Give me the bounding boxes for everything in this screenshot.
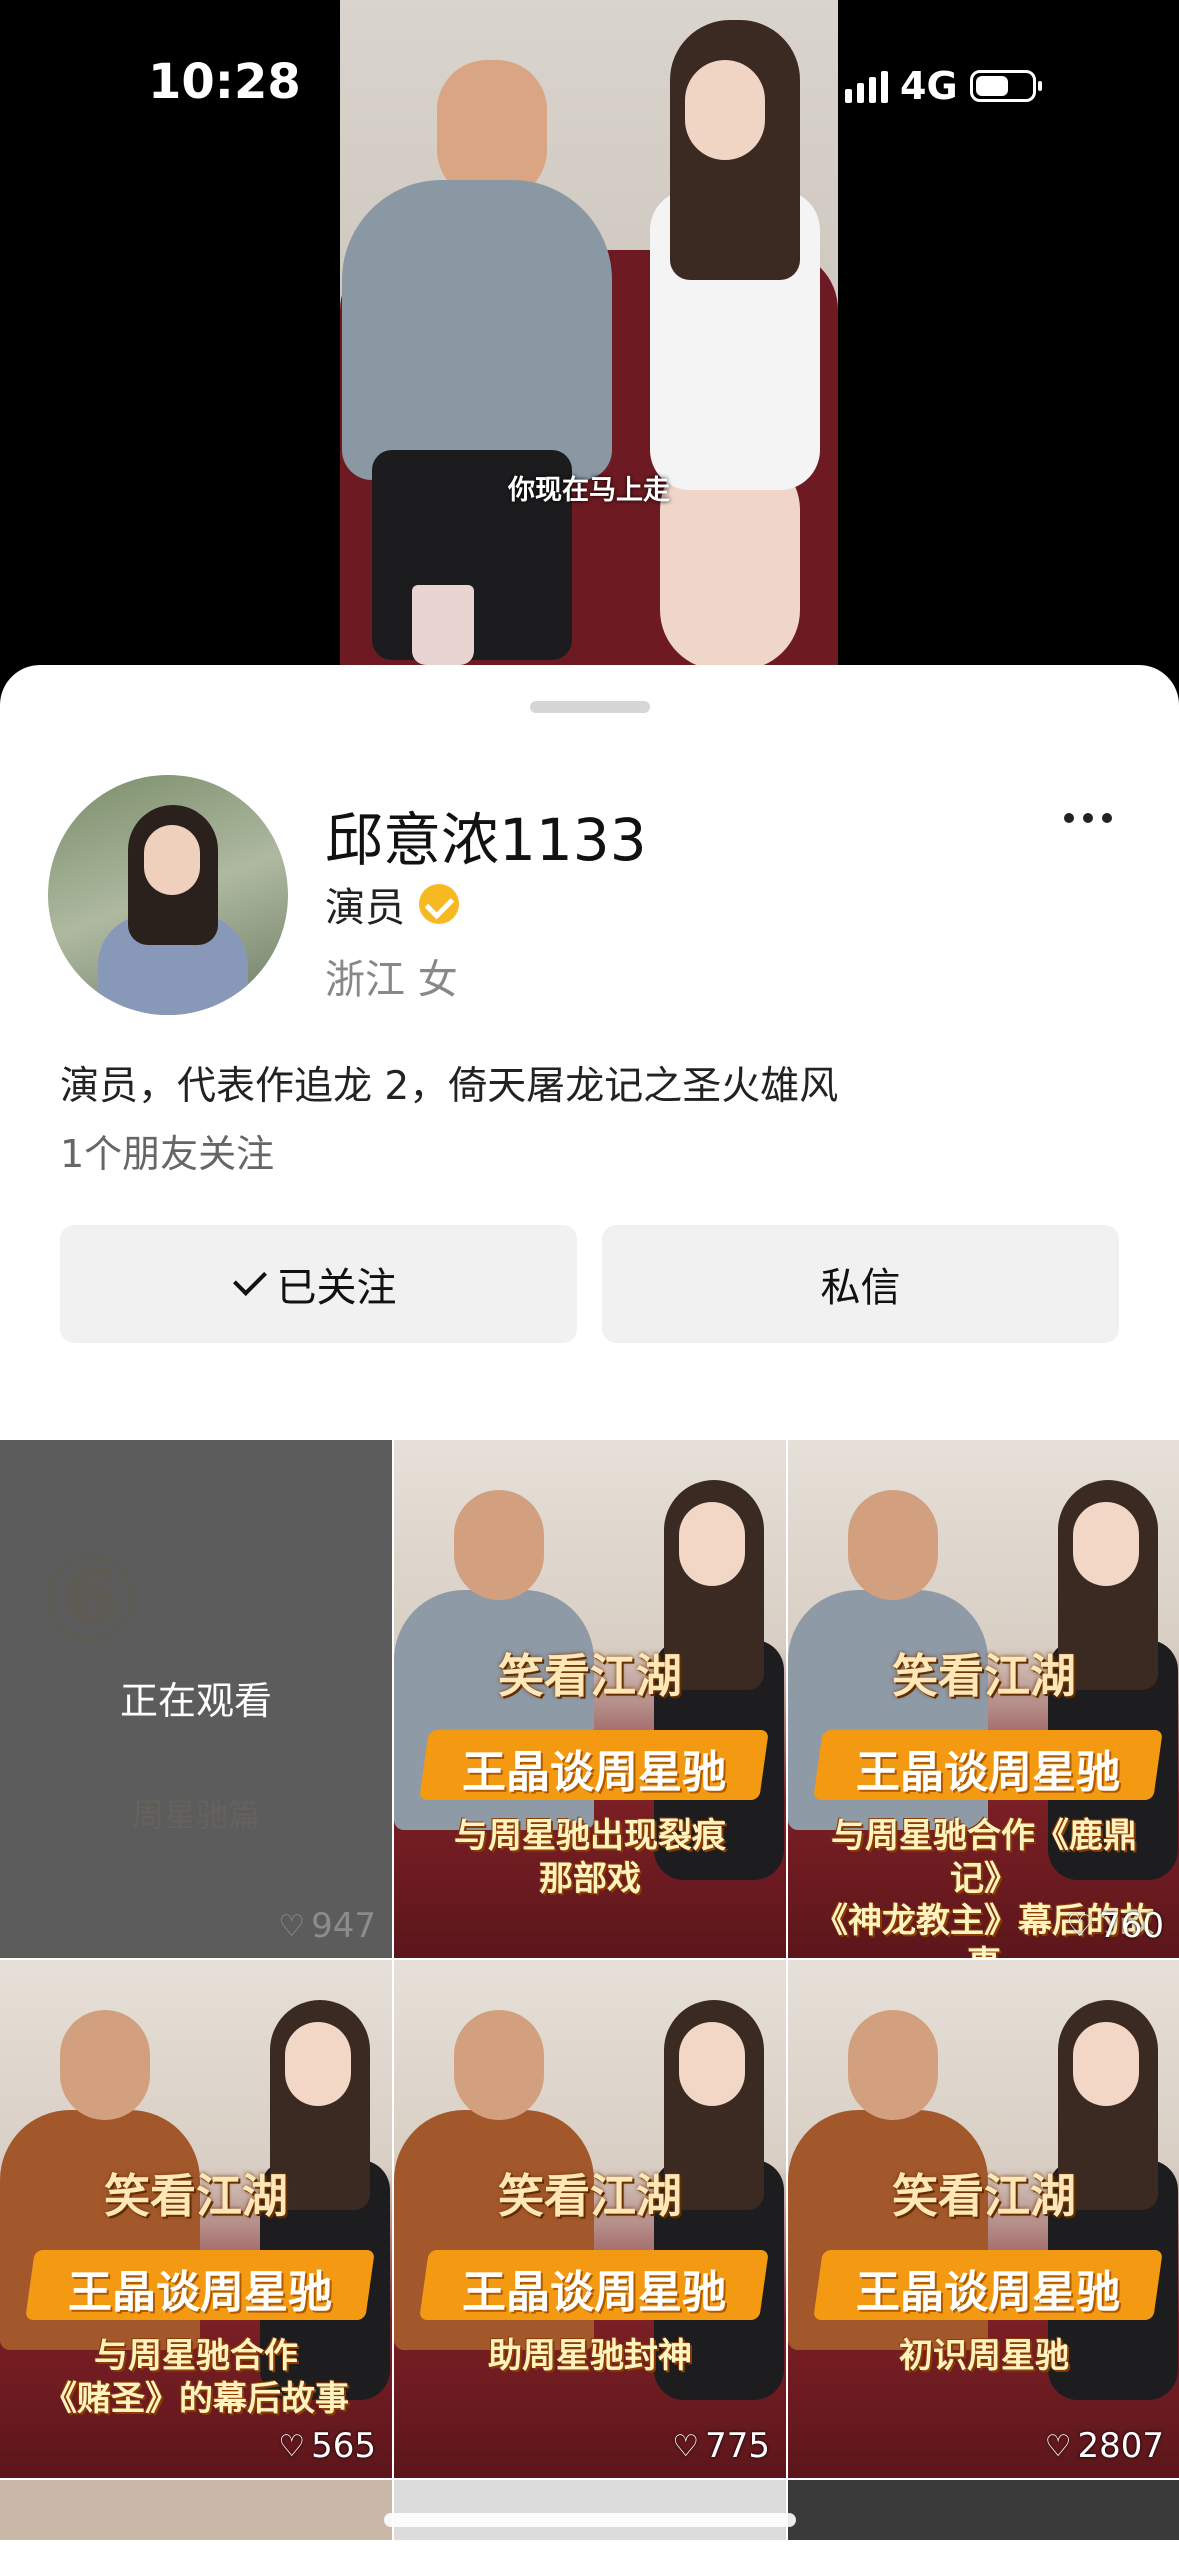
title-banner-text: 王晶谈周星驰 — [856, 2267, 1120, 2318]
video-tile[interactable] — [0, 2480, 392, 2540]
heart-icon: ♡ — [672, 2428, 700, 2464]
woman-face — [1073, 2022, 1139, 2106]
heart-icon: ♡ — [1044, 2428, 1072, 2464]
man-head — [848, 2010, 938, 2120]
video-tile[interactable]: 笑看江湖 王晶谈周星驰 初识周星驰 ♡ 2807 — [788, 1960, 1179, 2478]
profile-sheet: 邱意浓1133 演员 浙江 女 演员，代表作追龙 2，倚天屠龙记之圣火雄风 1个… — [0, 665, 1179, 2556]
video-tile[interactable] — [788, 2480, 1179, 2540]
show-logo: 笑看江湖 — [104, 2169, 288, 2223]
heart-icon: ♡ — [278, 2428, 306, 2464]
checkmark-icon — [232, 1262, 267, 1296]
heart-icon: ♡ — [278, 1908, 306, 1944]
show-logo: 笑看江湖 — [498, 1649, 682, 1703]
video-tile[interactable]: 笑看江湖 王晶谈周星驰 助周星驰封神 ♡ 775 — [394, 1960, 786, 2478]
title-banner-text: 王晶谈周星驰 — [856, 1747, 1120, 1798]
more-options-icon[interactable] — [1064, 813, 1112, 823]
title-banner-text: 王晶谈周星驰 — [462, 2267, 726, 2318]
video-frame[interactable]: 你现在马上走 — [340, 0, 838, 700]
profile-location: 浙江 女 — [325, 957, 458, 1003]
show-logo: 笑看江湖 — [498, 2169, 682, 2223]
network-type: 4G — [900, 64, 958, 108]
battery-icon — [969, 70, 1042, 102]
avatar[interactable] — [48, 775, 288, 1015]
like-count: ♡ 775 — [672, 2426, 770, 2466]
message-label: 私信 — [820, 1265, 901, 1311]
like-count: ♡ 947 — [278, 1906, 376, 1946]
show-logo: 笑看江湖 — [892, 2169, 1076, 2223]
video-tile[interactable] — [394, 2480, 786, 2540]
woman-figure — [630, 20, 830, 670]
watching-label: 正在观看 — [119, 1679, 272, 1723]
role-row: 演员 — [325, 875, 459, 933]
title-banner-text: 王晶谈周星驰 — [462, 1747, 726, 1798]
heart-icon: ♡ — [1066, 1908, 1094, 1944]
woman-face — [1073, 1502, 1139, 1586]
profile-role: 演员 — [325, 885, 405, 931]
man-head — [454, 2010, 544, 2120]
like-count: ♡ 565 — [278, 2426, 376, 2466]
man-head — [848, 1490, 938, 1600]
following-label: 已关注 — [276, 1265, 397, 1311]
video-tile[interactable]: 笑看江湖 王晶谈周星驰 与周星驰合作 《赌圣》的幕后故事 ♡ 565 — [0, 1960, 392, 2478]
video-caption: 与周星驰出现裂痕 那部戏 — [454, 1816, 726, 1899]
home-indicator[interactable] — [384, 2513, 796, 2527]
message-button[interactable]: 私信 — [602, 1225, 1119, 1343]
video-tile[interactable]: 笑看江湖 王晶谈周星驰 与周星驰合作《鹿鼎记》 《神龙教主》幕后的故事 ♡760 — [788, 1440, 1179, 1958]
show-logo: 笑看江湖 — [892, 1649, 1076, 1703]
profile-bio: 演员，代表作追龙 2，倚天屠龙记之圣火雄风 — [60, 1064, 839, 1109]
signal-icon — [845, 69, 888, 103]
woman-face — [679, 1502, 745, 1586]
video-subtitle: 你现在马上走 — [508, 475, 670, 506]
following-button[interactable]: 已关注 — [60, 1225, 577, 1343]
woman-face — [679, 2022, 745, 2106]
like-count: ♡ 2807 — [1044, 2426, 1164, 2466]
friends-following[interactable]: 1个朋友关注 — [60, 1123, 274, 1178]
video-tile[interactable]: 笑看江湖 王晶谈周星驰 与周星驰出现裂痕 那部戏 — [394, 1440, 786, 1958]
profile-name: 邱意浓1133 — [325, 806, 647, 874]
status-indicators: 4G — [845, 64, 1042, 108]
video-tile-watching[interactable]: ⑥ 周星驰篇 正在观看 ♡947 — [0, 1440, 392, 1958]
man-head — [60, 2010, 150, 2120]
woman-face — [285, 2022, 351, 2106]
video-caption: 与周星驰合作 《赌圣》的幕后故事 — [43, 2336, 349, 2419]
man-head — [454, 1490, 544, 1600]
title-banner-text: 王晶谈周星驰 — [68, 2267, 332, 2318]
mug — [412, 585, 474, 665]
verified-badge-icon — [419, 884, 459, 924]
sheet-drag-handle[interactable] — [530, 701, 650, 713]
video-caption: 助周星驰封神 — [488, 2336, 692, 2376]
video-caption: 初识周星驰 — [899, 2336, 1069, 2376]
like-count: ♡ 760 — [1066, 1906, 1164, 1946]
man-figure — [342, 60, 612, 660]
status-time: 10:28 — [148, 54, 301, 110]
